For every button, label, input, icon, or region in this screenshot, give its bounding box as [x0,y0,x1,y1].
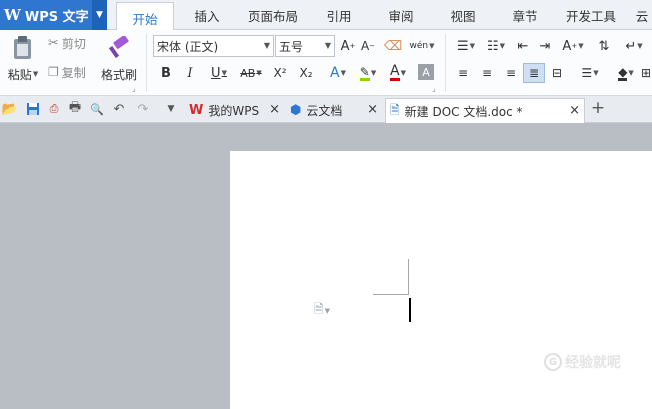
clear-format-icon[interactable]: ⌫ [384,36,402,56]
format-painter-button[interactable]: 格式刷 [98,66,140,82]
doc-tab-label: 云文档 [306,104,343,118]
chevron-down-icon: ▼ [324,41,331,50]
menu-bar: W WPS 文字 ▼ 开始 插入 页面布局 引用 审阅 视图 章节 开发工具 云 [0,0,652,33]
align-center-icon[interactable]: ≡ [478,64,496,82]
strike-label: AB [240,66,256,80]
redo-icon[interactable]: ↷ [134,100,152,118]
close-icon[interactable]: × [367,102,378,117]
open-folder-icon[interactable]: 📂 [1,100,19,118]
tab-references[interactable]: 引用 [312,0,366,30]
watermark-text: 经验就呢 [565,355,621,371]
border-icon[interactable]: ⊞ [640,64,652,82]
copy-label: 复制 [61,65,86,80]
app-name: WPS 文字 [24,9,89,25]
app-menu-dropdown-icon[interactable]: ▼ [92,0,107,30]
tab-home[interactable]: 开始 [116,2,174,33]
undo-icon[interactable]: ↶ [110,100,128,118]
paragraph-shading-icon[interactable]: ◆ ▼ [612,64,640,82]
tab-view[interactable]: 视图 [436,0,490,30]
superscript-button[interactable]: X² [270,62,290,84]
character-shading-icon[interactable]: A [418,64,434,80]
grow-font-icon[interactable]: A + [340,36,356,56]
document-tab-bar: 📂 ⎙ 🖶 🔍 ↶ ↷ ▼ W 我的WPS × ⬢ 云文档 × 🗎 新建 DOC… [0,96,652,123]
document-icon: 🗎 [390,102,400,117]
doc-tab-label: 新建 DOC 文档.doc * [404,104,523,119]
close-icon[interactable]: × [569,103,580,118]
font-size-value: 五号 [279,39,304,54]
underline-label: U [211,65,221,81]
pinyin-guide-button[interactable]: wén ▼ [408,36,436,56]
watermark-logo-icon: G [544,353,562,371]
print-preview-icon[interactable]: 🔍 [88,100,106,118]
tab-insert[interactable]: 插入 [180,0,234,30]
margin-marker-vertical [408,259,409,295]
font-color-button[interactable]: A ▼ [384,62,412,84]
strikethrough-button[interactable]: AB ▼ [236,62,266,84]
line-spacing-icon[interactable]: ☰ ▼ [576,64,604,82]
wps-logo-icon: W [4,6,21,24]
format-painter-icon[interactable] [104,34,134,62]
text-cursor [409,298,411,322]
doc-tab-new-doc[interactable]: 🗎 新建 DOC 文档.doc * × [385,98,585,123]
scissors-icon: ✂ [48,35,59,51]
tab-review[interactable]: 审阅 [374,0,428,30]
export-pdf-icon[interactable]: ⎙ [45,100,63,118]
font-name-value: 宋体 (正文) [157,39,219,54]
print-icon[interactable]: 🖶 [66,100,84,118]
align-left-icon[interactable]: ≡ [454,64,472,82]
highlight-color-icon[interactable]: ✎ ▼ [354,62,382,84]
justify-icon[interactable]: ≣ [523,63,545,83]
tab-cloud[interactable]: 云 [632,0,652,30]
decrease-indent-icon[interactable]: ⇤ [514,36,532,56]
divider [146,34,147,92]
ribbon-home: 粘贴 ▼ ✂ 剪切 ❐ 复制 格式刷 ⌟ 宋体 (正文) ▼ 五号 ▼ A + A − ⌫… [0,30,652,96]
text-effect-icon[interactable]: A ▼ [324,62,352,84]
close-icon[interactable]: × [269,102,280,117]
bullet-list-icon[interactable]: ☰ ▼ [452,36,480,56]
customize-toolbar-icon[interactable]: ▼ [162,100,180,118]
align-right-icon[interactable]: ≡ [502,64,520,82]
doc-tab-my-wps[interactable]: W 我的WPS × [185,98,284,123]
copy-button[interactable]: ❐ 复制 [48,63,96,81]
increase-indent-icon[interactable]: ⇥ [536,36,554,56]
app-menu-button[interactable]: W WPS 文字 [0,0,92,30]
doc-tab-cloud-docs[interactable]: ⬢ 云文档 × [286,98,382,123]
doc-tab-label: 我的WPS [208,104,260,118]
paste-label: 粘贴 [7,67,32,82]
divider [445,34,446,92]
save-icon[interactable] [24,100,42,118]
paste-options-floating-button[interactable]: 🗎 ▼ [314,300,330,321]
numbered-list-icon[interactable]: ☷ ▼ [482,36,510,56]
cut-button[interactable]: ✂ 剪切 [48,34,96,52]
font-name-select[interactable]: 宋体 (正文) ▼ [153,35,274,57]
copy-icon: ❐ [48,65,59,79]
font-color-letter: A [390,63,400,81]
font-launcher-icon[interactable]: ⌟ [432,84,436,93]
chevron-down-icon: ▼ [263,41,270,50]
tab-developer[interactable]: 开发工具 [560,0,622,30]
bold-button[interactable]: B [157,62,175,84]
wps-w-icon: W [189,103,204,118]
paste-button[interactable]: 粘贴 ▼ [4,66,42,82]
tab-section[interactable]: 章节 [498,0,552,30]
italic-button[interactable]: I [181,62,199,84]
show-marks-icon[interactable]: ↵ ▼ [622,36,646,56]
pinyin-label: wén [409,41,429,51]
tab-page-layout[interactable]: 页面布局 [240,0,306,30]
shrink-font-icon[interactable]: A − [360,36,376,56]
paste-icon[interactable] [8,34,38,62]
sort-icon[interactable]: ⇅ [594,36,614,56]
new-tab-plus-icon[interactable]: + [589,98,607,118]
change-case-icon[interactable]: A + ▼ [560,36,586,56]
subscript-button[interactable]: X₂ [296,62,316,84]
watermark: G 经验就呢 [544,352,621,372]
cut-label: 剪切 [61,36,86,51]
clipboard-launcher-icon[interactable]: ⌟ [132,84,136,93]
distribute-icon[interactable]: ⊟ [548,64,566,82]
paste-options-icon: 🗎 [314,302,324,316]
font-size-select[interactable]: 五号 ▼ [275,35,335,57]
cloud-cube-icon: ⬢ [290,103,302,118]
margin-marker-horizontal [373,294,409,295]
underline-button[interactable]: U ▼ [206,62,232,84]
